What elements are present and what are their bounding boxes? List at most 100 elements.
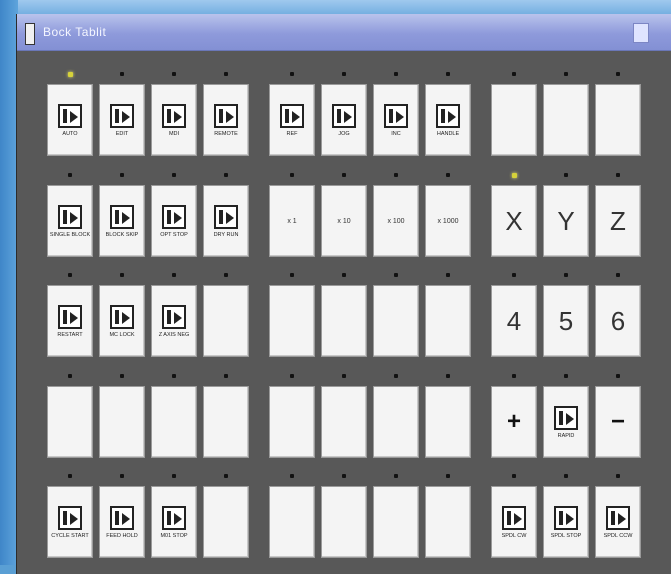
key-blank-button[interactable] — [203, 386, 249, 458]
status-led — [394, 72, 398, 76]
status-led — [224, 72, 228, 76]
key-4-button[interactable]: 4 — [491, 285, 537, 357]
key-blank-button[interactable] — [269, 386, 315, 458]
key-rapid-button[interactable]: RAPID — [543, 386, 589, 458]
spindle-icon — [606, 505, 630, 530]
title-bar[interactable]: Bock Tablit — [17, 14, 671, 51]
key-label: MC LOCK — [109, 331, 135, 338]
key-panel: AUTO EDIT MDI REMOTE REF JOG INC HANDLE SINGLE B… — [17, 50, 671, 574]
key-restart-button[interactable]: RESTART — [47, 285, 93, 357]
status-led — [172, 173, 176, 177]
status-led — [564, 474, 568, 478]
key-dry-run-button[interactable]: DRY RUN — [203, 185, 249, 257]
status-led — [67, 72, 73, 77]
status-led — [290, 72, 294, 76]
status-led — [616, 72, 620, 76]
key-label: Z — [610, 206, 626, 236]
key-blank-button[interactable]: − — [595, 386, 641, 458]
key-blank-button[interactable] — [321, 386, 367, 458]
status-led — [120, 173, 124, 177]
key-ref-button[interactable]: REF — [269, 84, 315, 156]
key-blank-button[interactable] — [373, 486, 419, 558]
key-spdl-stop-button[interactable]: SPDL STOP — [543, 486, 589, 558]
key-blank-button[interactable]: + — [491, 386, 537, 458]
key-x-10-button[interactable]: x 10 — [321, 185, 367, 257]
key-blank-button[interactable] — [151, 386, 197, 458]
key-mc-lock-button[interactable]: MC LOCK — [99, 285, 145, 357]
key-cycle-start-button[interactable]: CYCLE START — [47, 486, 93, 558]
status-led — [172, 273, 176, 277]
status-led — [394, 374, 398, 378]
status-led — [342, 374, 346, 378]
key-mdi-button[interactable]: MDI — [151, 84, 197, 156]
key-x-1-button[interactable]: x 1 — [269, 185, 315, 257]
key-blank-button[interactable] — [425, 285, 471, 357]
key-icon — [214, 103, 238, 128]
key-blank-button[interactable] — [425, 486, 471, 558]
key-single-block-button[interactable]: SINGLE BLOCK — [47, 185, 93, 257]
key-x-100-button[interactable]: x 100 — [373, 185, 419, 257]
key-label: − — [610, 408, 625, 435]
key-icon — [110, 103, 134, 128]
key-blank-button[interactable] — [203, 285, 249, 357]
key-icon — [162, 103, 186, 128]
status-led — [394, 474, 398, 478]
key-z-button[interactable]: Z — [595, 185, 641, 257]
status-led — [564, 173, 568, 177]
status-led — [616, 273, 620, 277]
key-blank-button[interactable] — [543, 84, 589, 156]
key-feed-hold-button[interactable]: FEED HOLD — [99, 486, 145, 558]
status-led — [224, 374, 228, 378]
key-inc-button[interactable]: INC — [373, 84, 419, 156]
status-led — [446, 374, 450, 378]
key-block-skip-button[interactable]: BLOCK SKIP — [99, 185, 145, 257]
key-5-button[interactable]: 5 — [543, 285, 589, 357]
key-label: RAPID — [557, 432, 575, 439]
key-m01-stop-button[interactable]: M01 STOP — [151, 486, 197, 558]
status-led — [120, 72, 124, 76]
key-icon — [58, 103, 82, 128]
key-label: SPDL CW — [501, 532, 527, 539]
key-blank-button[interactable] — [203, 486, 249, 558]
key-blank-button[interactable] — [321, 486, 367, 558]
key-label: HANDLE — [436, 130, 460, 137]
key-label: x 10 — [337, 217, 351, 225]
key-icon — [58, 304, 82, 329]
key-x-1000-button[interactable]: x 1000 — [425, 185, 471, 257]
key-6-button[interactable]: 6 — [595, 285, 641, 357]
key-label: RESTART — [57, 331, 83, 338]
key-label: REF — [286, 130, 298, 137]
key-y-button[interactable]: Y — [543, 185, 589, 257]
status-led — [172, 374, 176, 378]
key-x-button[interactable]: X — [491, 185, 537, 257]
key-blank-button[interactable] — [269, 486, 315, 558]
key-blank-button[interactable] — [491, 84, 537, 156]
status-led — [342, 173, 346, 177]
key-blank-button[interactable] — [99, 386, 145, 458]
window-title: Bock Tablit — [43, 25, 107, 39]
key-blank-button[interactable] — [321, 285, 367, 357]
key-edit-button[interactable]: EDIT — [99, 84, 145, 156]
status-led — [616, 474, 620, 478]
key-blank-button[interactable] — [595, 84, 641, 156]
key-spdl-ccw-button[interactable]: SPDL CCW — [595, 486, 641, 558]
key-handle-button[interactable]: HANDLE — [425, 84, 471, 156]
status-led — [512, 374, 516, 378]
key-z-axis-neg-button[interactable]: Z AXIS NEG — [151, 285, 197, 357]
key-remote-button[interactable]: REMOTE — [203, 84, 249, 156]
key-jog-button[interactable]: JOG — [321, 84, 367, 156]
restore-window-icon[interactable] — [633, 23, 649, 43]
key-blank-button[interactable] — [47, 386, 93, 458]
key-icon — [110, 505, 134, 530]
key-blank-button[interactable] — [269, 285, 315, 357]
key-opt-stop-button[interactable]: OPT STOP — [151, 185, 197, 257]
key-label: MDI — [168, 130, 180, 137]
status-led — [68, 374, 72, 378]
key-auto-button[interactable]: AUTO — [47, 84, 93, 156]
machine-panel-window: Bock Tablit AUTO EDIT MDI REMOTE REF JOG INC HA… — [16, 14, 671, 574]
key-spdl-cw-button[interactable]: SPDL CW — [491, 486, 537, 558]
status-led — [512, 72, 516, 76]
key-blank-button[interactable] — [373, 285, 419, 357]
key-blank-button[interactable] — [373, 386, 419, 458]
key-blank-button[interactable] — [425, 386, 471, 458]
